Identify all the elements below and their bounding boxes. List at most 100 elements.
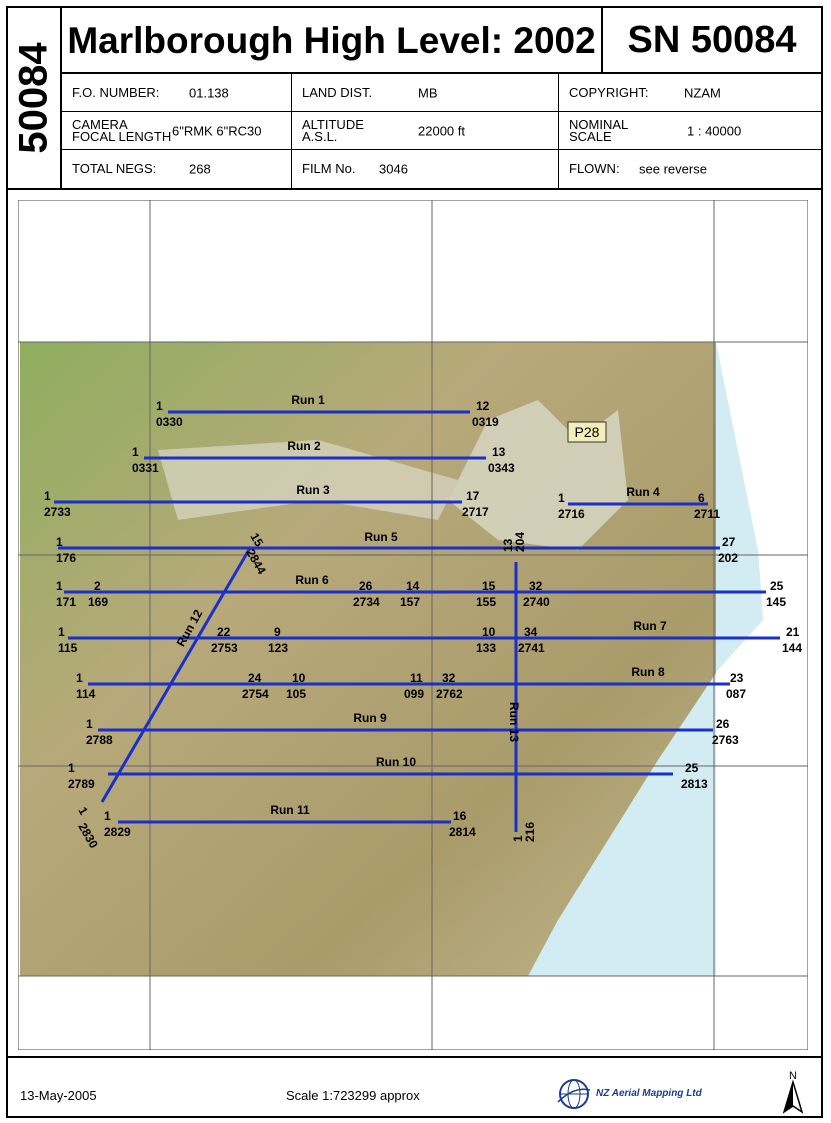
intermediate-number: 157 [400, 595, 420, 609]
intermediate-frame: 9 [274, 625, 281, 639]
altitude-value: 22000 ft [418, 123, 465, 138]
run-end-frame: 16 [453, 809, 467, 823]
side-number-text: 50084 [11, 42, 56, 154]
run-start-number: 115 [58, 641, 78, 655]
intermediate-number: 133 [476, 641, 496, 655]
intermediate-frame: 24 [248, 671, 262, 685]
run-start-number: 0331 [132, 461, 159, 475]
intermediate-number: 2740 [523, 595, 550, 609]
run-end-frame: 26 [716, 717, 730, 731]
run-end-number: 2813 [681, 777, 708, 791]
survey-info-grid: F.O. NUMBER: 01.138 LAND DIST. MB COPYRI… [62, 74, 821, 188]
survey-number: SN 50084 [603, 8, 821, 74]
run-name: Run 13 [507, 702, 521, 742]
sheet-header: 50084 Marlborough High Level: 2002 SN 50… [8, 8, 821, 190]
run-start-frame: 1 [86, 717, 93, 731]
intermediate-number: 123 [268, 641, 288, 655]
run-start-number: 176 [56, 551, 76, 565]
land-district-cell: LAND DIST. MB [292, 74, 559, 112]
run-name: Run 9 [353, 711, 387, 725]
run-start-frame: 1 [68, 761, 75, 775]
run-name: Run 2 [287, 439, 321, 453]
run-end-number: 145 [766, 595, 786, 609]
intermediate-frame: 34 [524, 625, 538, 639]
run-end-number: 204 [513, 532, 527, 552]
run-start-number: 171 [56, 595, 76, 609]
intermediate-frame: 14 [406, 579, 420, 593]
scale-label-line2: SCALE [569, 128, 612, 144]
survey-title: Marlborough High Level: 2002 [62, 8, 603, 74]
run-end-number: 144 [782, 641, 802, 655]
intermediate-number: 155 [476, 595, 496, 609]
tile-label-text: P28 [575, 424, 600, 440]
run-name: Run 4 [626, 485, 660, 499]
intermediate-number: 2734 [353, 595, 380, 609]
copyright-cell: COPYRIGHT: NZAM [559, 74, 821, 112]
run-end-number: 2814 [449, 825, 476, 839]
run-end-frame: 25 [685, 761, 699, 775]
print-date: 13-May-2005 [20, 1088, 97, 1103]
run-start-frame: 1 [76, 671, 83, 685]
run-end-number: 087 [726, 687, 746, 701]
sheet-footer: 13-May-2005 Scale 1:723299 approx NZ Aer… [8, 1056, 821, 1118]
run-end-number: 0319 [472, 415, 499, 429]
run-end-frame: 6 [698, 491, 705, 505]
run-start-frame: 1 [58, 625, 65, 639]
run-start-number: 0330 [156, 415, 183, 429]
intermediate-frame: 22 [217, 625, 231, 639]
flown-value: see reverse [639, 161, 707, 177]
run-name: Run 3 [296, 483, 330, 497]
film-number-cell: FILM No. 3046 [292, 150, 559, 188]
nominal-scale-label: NOMINAL SCALE [569, 118, 628, 144]
film-number-label: FILM No. [302, 161, 356, 176]
run-start-number: 2788 [86, 733, 113, 747]
nominal-scale-cell: NOMINAL SCALE 1 : 40000 [559, 112, 821, 150]
copyright-label: COPYRIGHT: [569, 84, 649, 100]
run-start-number: 216 [523, 822, 537, 842]
run-start-frame: 1 [132, 445, 139, 459]
run-start-frame: 1 [56, 535, 63, 549]
total-negs-cell: TOTAL NEGS: 268 [62, 150, 292, 188]
run-name: Run 11 [270, 803, 310, 817]
fo-number-value: 01.138 [189, 85, 229, 100]
total-negs-value: 268 [189, 161, 211, 177]
run-end-frame: 21 [786, 625, 800, 639]
total-negs-label: TOTAL NEGS: [72, 161, 157, 176]
tile-label-p28: P28 [567, 421, 607, 443]
intermediate-frame: 10 [292, 671, 306, 685]
flight-map: P28 1 0330 12 0319 Run 11 0331 13 0343 Run 2 1 273… [18, 200, 808, 1050]
run-end-frame: 23 [730, 671, 744, 685]
run-name: Run 8 [631, 665, 665, 679]
camera-label: CAMERA FOCAL LENGTH [72, 118, 171, 143]
run-end-number: 2717 [462, 505, 489, 519]
intermediate-number: 2762 [436, 687, 463, 701]
intermediate-number: 2741 [518, 641, 545, 655]
run-name: Run 10 [376, 755, 416, 769]
nominal-scale-value: 1 : 40000 [687, 123, 742, 138]
intermediate-number: 2753 [211, 641, 238, 655]
run-end-number: 202 [718, 551, 738, 565]
run-start-number: 2733 [44, 505, 71, 519]
run-end-frame: 17 [466, 489, 480, 503]
run-start-frame: 1 [56, 579, 63, 593]
run-start-frame: 1 [558, 491, 565, 505]
side-survey-number: 50084 [8, 8, 62, 188]
land-district-label: LAND DIST. [302, 84, 373, 100]
run-start-number: 114 [76, 687, 96, 701]
run-end-frame: 12 [476, 399, 490, 413]
intermediate-frame: 11 [410, 671, 423, 685]
land-district-value: MB [418, 85, 438, 100]
flown-cell: FLOWN: see reverse [559, 150, 821, 188]
run-end-frame: 13 [492, 445, 506, 459]
run-start-number: 2789 [68, 777, 95, 791]
run-start-frame: 1 [44, 489, 51, 503]
intermediate-frame: 32 [529, 579, 543, 593]
altitude-label: ALTITUDE A.S.L. [302, 118, 364, 143]
run-end-number: 0343 [488, 461, 515, 475]
camera-cell: CAMERA FOCAL LENGTH 6"RMK 6"RC30 [62, 112, 292, 150]
altitude-cell: ALTITUDE A.S.L. 22000 ft [292, 112, 559, 150]
intermediate-frame: 15 [482, 579, 496, 593]
fo-number-label: F.O. NUMBER: [72, 84, 160, 100]
intermediate-number: 105 [286, 687, 306, 701]
flown-label: FLOWN: [569, 161, 620, 176]
